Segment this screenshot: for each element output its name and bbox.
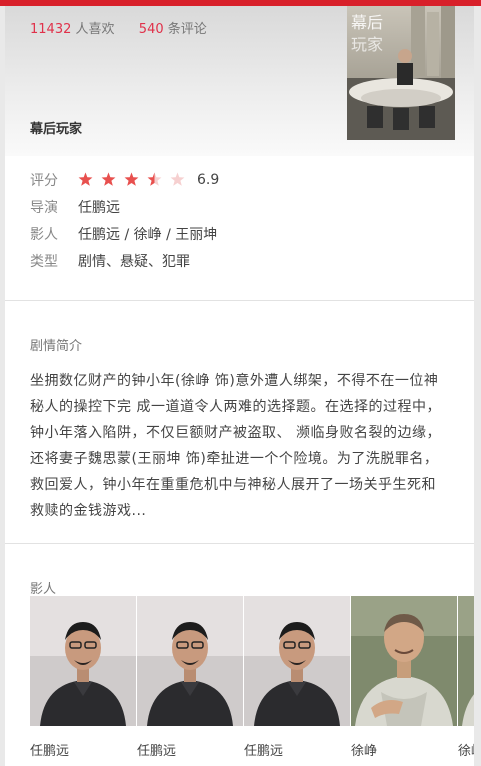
movie-stats: 11432 人喜欢 540 条评论 [30, 18, 207, 37]
poster-title-line1: 幕后 [351, 13, 383, 32]
cast-value[interactable]: 任鹏远 / 徐峥 / 王丽坤 [78, 224, 217, 244]
star-icon [101, 172, 116, 186]
rating-score: 6.9 [197, 171, 220, 188]
cast-row: 影人 任鹏远 / 徐峥 / 王丽坤 [30, 220, 450, 247]
movie-title: 幕后玩家 [30, 122, 83, 137]
actor-photo[interactable] [458, 596, 474, 726]
actor-name: 任鹏远 [244, 744, 284, 759]
actor-photo[interactable] [244, 596, 350, 726]
director-row: 导演 任鹏远 [30, 193, 450, 220]
cast-heading: 影人 [30, 582, 57, 597]
synopsis-heading: 剧情简介 [30, 339, 83, 354]
cast-member-card[interactable]: 徐峥 [351, 596, 457, 766]
director-label: 导演 [30, 199, 58, 216]
actor-name: 徐峥 [458, 744, 474, 759]
movie-info: 评分 6.9 导演 任鹏远 影人 任鹏远 / 徐峥 / 王丽坤 类型 剧情、悬疑… [30, 166, 450, 274]
genre-row: 类型 剧情、悬疑、犯罪 [30, 247, 450, 274]
genre-value: 剧情、悬疑、犯罪 [78, 253, 190, 270]
comments-count[interactable]: 540 [139, 22, 164, 37]
movie-poster[interactable]: 幕后 玩家 [347, 6, 455, 140]
cast-carousel[interactable]: 任鹏远 任鹏远 任鹏远 徐峥 徐峥 [30, 596, 474, 766]
rating-row: 评分 6.9 [30, 166, 450, 193]
movie-header: 11432 人喜欢 540 条评论 幕后玩家 幕后 玩家 [5, 6, 474, 156]
cast-member-card[interactable]: 任鹏远 [244, 596, 350, 766]
poster-title-line2: 玩家 [351, 35, 383, 54]
actor-photo[interactable] [30, 596, 136, 726]
actor-photo[interactable] [137, 596, 243, 726]
star-icon [170, 172, 185, 186]
actor-name: 任鹏远 [137, 744, 177, 759]
genre-label: 类型 [30, 253, 58, 270]
movie-detail-card: 11432 人喜欢 540 条评论 幕后玩家 幕后 玩家 评分 6.9 导演 任… [5, 6, 474, 766]
actor-name: 任鹏远 [30, 744, 70, 759]
star-icon [124, 172, 139, 186]
synopsis-text: 坐拥数亿财产的钟小年(徐峥 饰)意外遭人绑架，不得不在一位神秘人的操控下完 成一… [30, 373, 441, 519]
cast-member-card[interactable]: 任鹏远 [30, 596, 136, 766]
divider [5, 300, 474, 301]
cast-member-card[interactable]: 徐峥 [458, 596, 474, 766]
cast-member-card[interactable]: 任鹏远 [137, 596, 243, 766]
director-value[interactable]: 任鹏远 [78, 197, 120, 217]
divider [5, 543, 474, 544]
likes-count: 11432 [30, 22, 72, 37]
star-icon [147, 172, 162, 186]
actor-name: 徐峥 [351, 744, 378, 759]
comments-label[interactable]: 条评论 [168, 22, 207, 37]
rating-stars [78, 172, 193, 187]
rating-label: 评分 [30, 172, 58, 189]
likes-label: 人喜欢 [75, 22, 115, 37]
star-icon [78, 172, 93, 186]
cast-label: 影人 [30, 226, 58, 243]
actor-photo[interactable] [351, 596, 457, 726]
